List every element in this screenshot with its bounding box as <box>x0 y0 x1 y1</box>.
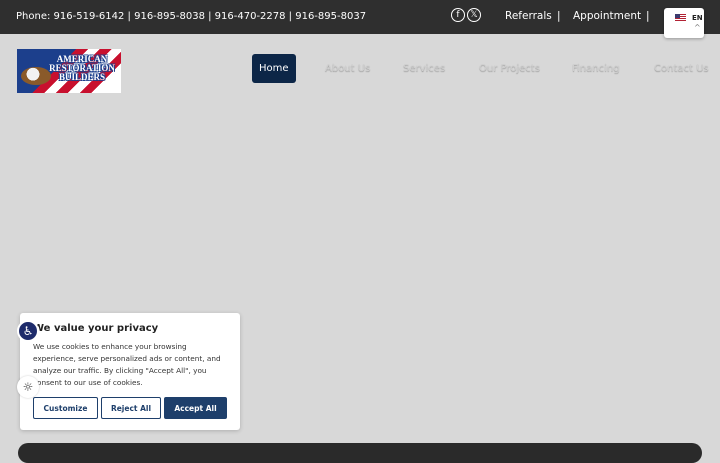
logo-text: AMERICAN RESTORATION BUILDERS <box>49 54 115 82</box>
nav-financing[interactable]: Financing <box>572 54 620 83</box>
bottom-bar <box>18 443 702 463</box>
contrast-toggle-icon[interactable]: ☼ <box>17 376 39 398</box>
cookie-description: We use cookies to enhance your browsing … <box>33 342 221 387</box>
facebook-icon[interactable]: f <box>451 8 465 22</box>
nav-home[interactable]: Home <box>252 54 296 83</box>
us-flag-icon <box>675 14 686 21</box>
cookie-title: We value your privacy <box>33 323 159 334</box>
x-twitter-icon[interactable]: 𝕏 <box>467 8 481 22</box>
reject-all-button[interactable]: Reject All <box>101 397 161 419</box>
nav-our-projects[interactable]: Our Projects <box>479 54 540 83</box>
link-separator: | <box>646 10 650 22</box>
site-logo[interactable]: AMERICAN RESTORATION BUILDERS <box>17 49 121 93</box>
nav-services[interactable]: Services <box>403 54 445 83</box>
top-bar: Phone: 916-519-6142 | 916-895-8038 | 916… <box>0 0 720 34</box>
phone-numbers: Phone: 916-519-6142 | 916-895-8038 | 916… <box>16 11 367 22</box>
accessibility-icon[interactable]: ♿ <box>17 320 39 342</box>
nav-contact-us[interactable]: Contact Us <box>654 54 709 83</box>
cookie-consent-banner: We value your privacy We use cookies to … <box>20 313 240 430</box>
accept-all-button[interactable]: Accept All <box>164 397 227 419</box>
language-selector[interactable]: EN ^ <box>664 8 704 38</box>
link-separator: | <box>557 10 561 22</box>
referrals-link[interactable]: Referrals <box>505 10 552 22</box>
chevron-up-icon: ^ <box>694 23 701 32</box>
nav-about-us[interactable]: About Us <box>325 54 370 83</box>
language-code: EN <box>692 14 703 22</box>
appointment-link[interactable]: Appointment <box>573 10 641 22</box>
customize-button[interactable]: Customize <box>33 397 98 419</box>
